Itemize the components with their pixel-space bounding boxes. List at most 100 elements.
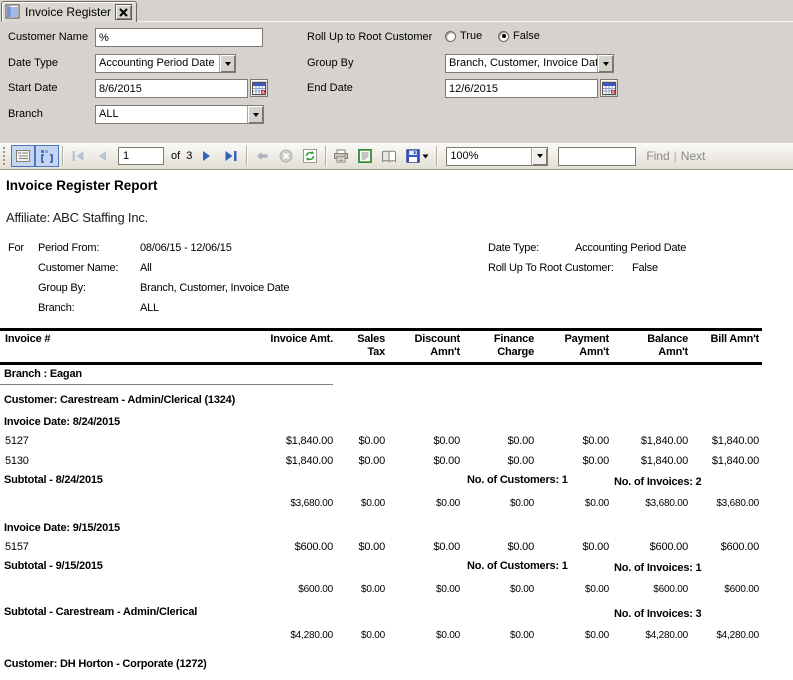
toolbar-separator — [325, 146, 327, 166]
col-header-bill-amnt: Bill Amn't — [710, 333, 760, 345]
start-date-label: Start Date — [8, 82, 58, 94]
customer-group-header: Customer: DH Horton - Corporate (1272) — [4, 658, 207, 670]
branch-underline — [0, 384, 333, 385]
date-type-dropdown[interactable]: Accounting Period Date — [95, 54, 236, 73]
next-page-icon — [203, 151, 211, 161]
param-datetype-value: Accounting Period Date — [575, 242, 687, 254]
page-of-label: of — [171, 150, 181, 162]
report-body: Invoice Register Report Affiliate: ABC S… — [0, 170, 793, 680]
customer-name-input[interactable] — [95, 28, 263, 47]
find-text-input[interactable] — [558, 146, 637, 166]
col-header-invoice-number: Invoice # — [5, 333, 51, 345]
find-next-button[interactable]: Next — [681, 149, 706, 163]
invoice-row: 5127 $1,840.00 $0.00 $0.00 $0.00 $0.00 $… — [0, 432, 762, 452]
no-of-invoices: No. of Invoices: 2 — [614, 476, 702, 488]
calendar-icon — [252, 81, 266, 95]
parameters-icon — [40, 150, 53, 163]
rollup-false-radio[interactable]: False — [498, 30, 540, 42]
start-date-calendar-button[interactable] — [250, 79, 268, 97]
find-button[interactable]: Find — [646, 149, 669, 163]
zoom-combobox[interactable]: 100% — [446, 146, 549, 166]
invoice-number: 5130 — [5, 455, 29, 467]
back-arrow-icon — [257, 152, 268, 160]
param-groupby-label: Group By: — [38, 282, 86, 294]
chevron-down-icon — [536, 154, 543, 158]
print-button[interactable] — [329, 145, 353, 167]
tab-close-button[interactable] — [115, 4, 133, 20]
customer-group-header: Customer: Carestream - Admin/Clerical (1… — [4, 394, 236, 406]
stop-button[interactable] — [274, 145, 298, 167]
param-period-value: 08/06/15 - 12/06/15 — [140, 242, 232, 254]
start-date-input[interactable] — [95, 79, 248, 98]
total-pages-label: 3 — [186, 150, 193, 162]
subtotal-label-row: Subtotal - Carestream - Admin/Clerical N… — [4, 606, 702, 620]
toolbar-separator — [246, 146, 248, 166]
export-button[interactable] — [401, 145, 433, 167]
param-rollup-label: Roll Up To Root Customer: — [488, 262, 614, 274]
subtotal-label-row: Subtotal - 9/15/2015 No. of Customers: 1… — [4, 560, 702, 574]
previous-page-button[interactable] — [90, 145, 114, 167]
table-header-row: Invoice # Invoice Amt. Sales Tax Discoun… — [0, 328, 762, 365]
stop-icon — [279, 149, 293, 163]
col-header-invoice-amt: Invoice Amt. — [270, 333, 333, 345]
no-of-customers: No. of Customers: 1 — [467, 560, 568, 572]
no-of-customers: No. of Customers: 1 — [467, 474, 568, 486]
previous-page-icon — [99, 151, 106, 161]
toolbar-grip[interactable] — [3, 147, 8, 165]
first-page-button[interactable] — [66, 145, 90, 167]
end-date-calendar-button[interactable] — [600, 79, 618, 97]
param-customer-value: All — [140, 262, 152, 274]
toolbar-separator — [436, 146, 438, 166]
invoice-date-group-header: Invoice Date: 8/24/2015 — [4, 416, 120, 428]
col-header-payment-amnt: Payment Amn't — [564, 333, 610, 358]
last-page-button[interactable] — [219, 145, 243, 167]
param-groupby-value: Branch, Customer, Invoice Date — [140, 282, 290, 294]
tab-invoice-register[interactable]: Invoice Register — [1, 1, 138, 22]
col-header-discount-amnt: Discount Amn't — [414, 333, 461, 358]
page-number-input[interactable] — [118, 147, 164, 165]
no-of-invoices: No. of Invoices: 1 — [614, 562, 702, 574]
tab-strip: Invoice Register — [0, 0, 793, 22]
report-affiliate: Affiliate: ABC Staffing Inc. — [6, 210, 149, 225]
document-map-toggle-button[interactable] — [11, 145, 35, 167]
last-page-icon — [225, 151, 237, 161]
branch-label: Branch — [8, 108, 43, 120]
param-period-label: Period From: — [38, 242, 100, 254]
end-date-input[interactable] — [445, 79, 598, 98]
chevron-down-icon — [602, 61, 609, 66]
chevron-down-icon — [224, 61, 231, 66]
radio-selected-icon — [498, 30, 509, 42]
refresh-button[interactable] — [298, 145, 322, 167]
customer-name-label: Customer Name — [8, 31, 89, 43]
chevron-down-icon — [252, 112, 259, 117]
page-setup-button[interactable] — [377, 145, 401, 167]
close-icon — [119, 7, 128, 17]
report-parameters: For Period From: 08/06/15 - 12/06/15 Dat… — [0, 242, 793, 324]
end-date-label: End Date — [307, 82, 353, 94]
next-page-button[interactable] — [195, 145, 219, 167]
param-rollup-value: False — [632, 262, 658, 274]
filter-panel: Customer Name Roll Up to Root Customer T… — [0, 22, 793, 143]
subtotal-label-row: Subtotal - 8/24/2015 No. of Customers: 1… — [4, 474, 702, 488]
document-map-icon — [15, 150, 30, 162]
refresh-icon — [303, 149, 318, 163]
param-for-label: For — [8, 242, 24, 254]
date-type-label: Date Type — [8, 57, 58, 69]
group-by-label: Group By — [307, 57, 354, 69]
toolbar-separator — [62, 146, 63, 166]
invoice-date-group-header: Invoice Date: 11/9/2015 — [0, 676, 793, 680]
rollup-true-radio[interactable]: True — [445, 30, 482, 42]
parameters-toggle-button[interactable] — [35, 145, 59, 167]
group-by-dropdown[interactable]: Branch, Customer, Invoice Date — [445, 54, 614, 73]
invoice-date-group-header: Invoice Date: 9/15/2015 — [4, 522, 120, 534]
radio-unselected-icon — [445, 30, 456, 42]
param-customer-label: Customer Name: — [38, 262, 119, 274]
invoice-row: 5130 $1,840.00 $0.00 $0.00 $0.00 $0.00 $… — [0, 452, 762, 472]
find-next-separator: | — [673, 149, 677, 163]
report-tab-icon — [5, 4, 21, 20]
back-button[interactable] — [250, 145, 274, 167]
print-layout-icon — [358, 149, 373, 163]
branch-dropdown[interactable]: ALL — [95, 105, 264, 124]
param-datetype-label: Date Type: — [488, 242, 539, 254]
print-layout-button[interactable] — [353, 145, 377, 167]
